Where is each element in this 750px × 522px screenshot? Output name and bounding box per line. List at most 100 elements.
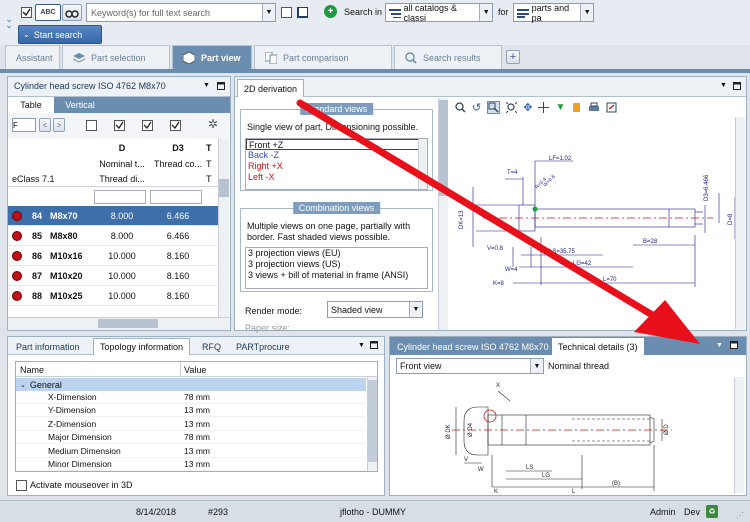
bookmark-icon[interactable] [571, 102, 582, 113]
column-checkbox-d3[interactable] [142, 120, 153, 131]
chevron-down-icon[interactable]: ▼ [262, 4, 275, 21]
property-row[interactable]: X-Dimension 78 mm [16, 391, 366, 404]
column-header-d[interactable]: D [94, 143, 150, 153]
chevron-down-icon[interactable]: ▼ [580, 4, 593, 21]
catalog-select[interactable]: all catalogs & classi ▼ [385, 3, 493, 23]
combination-views-legend: Combination views [292, 202, 381, 214]
maximize-icon[interactable] [217, 82, 225, 90]
column-checkbox-d[interactable] [114, 120, 125, 131]
dim-b: B=28 [643, 239, 658, 245]
table-row[interactable]: 84 M8x70 8.000 6.466 [8, 206, 218, 226]
horizontal-scrollbar[interactable] [8, 317, 230, 330]
tab-part-selection[interactable]: Part selection [62, 45, 170, 69]
table-row[interactable]: 85 M8x80 8.000 6.466 [8, 226, 218, 246]
fit-all-icon[interactable] [538, 101, 550, 113]
gear-icon[interactable]: ✲ [208, 117, 218, 131]
book-icon[interactable] [295, 5, 311, 19]
column-filter-d[interactable] [94, 190, 146, 204]
chevron-down-icon[interactable]: ▼ [720, 82, 727, 89]
list-item-back[interactable]: Back -Z [246, 150, 427, 161]
maximize-icon[interactable] [370, 341, 378, 349]
table-scrollbar[interactable] [218, 139, 229, 317]
search-input[interactable]: Keyword(s) for full text search ▼ [86, 3, 276, 22]
render-mode-select[interactable]: Shaded view ▼ [327, 301, 423, 318]
sketch-scrollbar[interactable] [734, 377, 744, 493]
table-row[interactable]: 87 M10x20 10.000 8.160 [8, 266, 218, 286]
column-filter-d3[interactable] [150, 190, 202, 204]
list-item-left[interactable]: Left -X [246, 172, 427, 183]
tab-partprocure[interactable]: PARTprocure [230, 339, 296, 355]
tab-topology-information[interactable]: Topology information [93, 338, 191, 355]
chevron-down-icon[interactable]: ▼ [716, 342, 723, 349]
property-row[interactable]: Minor Dimension 13 mm [16, 458, 366, 471]
chevron-down-icon[interactable]: ▼ [409, 302, 422, 317]
binoculars-icon[interactable] [62, 4, 82, 21]
chevron-down-icon[interactable]: ▼ [530, 359, 543, 373]
for-select[interactable]: parts and pa ▼ [513, 3, 594, 23]
tab-vertical[interactable]: Vertical [54, 97, 106, 113]
property-row[interactable]: Major Dimension 78 mm [16, 431, 366, 445]
zoom-fit-icon[interactable] [506, 101, 518, 113]
chevron-down-icon[interactable]: ▼ [479, 4, 492, 21]
toolbar-checkbox[interactable] [21, 7, 32, 18]
filter-input[interactable] [12, 118, 36, 132]
print-icon[interactable] [588, 102, 600, 113]
zoom-window-icon[interactable] [487, 100, 501, 114]
property-row[interactable]: Z-Dimension 13 mm [16, 418, 366, 431]
tab-search-results[interactable]: Search results [394, 45, 502, 69]
combination-views-list[interactable]: 3 projection views (EU) 3 projection vie… [245, 247, 428, 289]
list-scrollbar[interactable] [418, 139, 427, 189]
column-header-value[interactable]: Value [184, 365, 206, 375]
list-item-right[interactable]: Right +X [246, 161, 427, 172]
expand-chevrons-icon[interactable]: ⌄ ⌄ [4, 15, 14, 30]
list-item-us[interactable]: 3 projection views (US) [246, 259, 427, 270]
table-row[interactable]: 88 M10x25 10.000 8.160 [8, 286, 218, 306]
property-scrollbar[interactable] [367, 377, 377, 471]
column-checkbox-t[interactable] [170, 120, 181, 131]
tab-assistant[interactable]: Assistant [5, 45, 60, 69]
standard-views-group: Standard views Single view of part, Dime… [240, 103, 433, 191]
tab-part-comparison[interactable]: Part comparison [254, 45, 392, 69]
tab-table[interactable]: Table [8, 97, 54, 113]
resize-grip[interactable]: ⋰ [736, 511, 744, 520]
move-icon[interactable]: ✥ [523, 101, 532, 114]
add-tab-button[interactable]: + [506, 50, 520, 64]
tab-part-view[interactable]: Part view [172, 45, 252, 69]
property-row[interactable]: Y-Dimension 13 mm [16, 404, 366, 418]
mouseover-checkbox[interactable] [16, 480, 27, 491]
start-search-button[interactable]: ⌄ Start search [18, 25, 102, 44]
column-checkbox[interactable] [86, 120, 97, 131]
list-item-front[interactable]: Front +Z [246, 139, 427, 150]
maximize-icon[interactable] [730, 341, 738, 349]
chevron-down-icon[interactable]: ⌄ [20, 381, 26, 389]
scroll-left-button[interactable]: < [39, 118, 51, 132]
rotate-icon[interactable]: ↺ [472, 101, 481, 114]
tab-technical-details[interactable]: Technical details (3) [552, 338, 644, 355]
list-item-ansi[interactable]: 3 views + bill of material in frame (ANS… [246, 270, 427, 281]
tab-part-information[interactable]: Part information [10, 339, 86, 355]
search-option-checkbox[interactable] [281, 7, 292, 18]
view-select[interactable]: Front view ▼ [396, 358, 544, 374]
search-icon [405, 51, 417, 64]
export-icon[interactable] [606, 102, 618, 113]
options-scrollbar[interactable] [438, 98, 448, 330]
drawing-scrollbar[interactable] [735, 117, 745, 329]
zoom-icon[interactable] [455, 101, 466, 113]
column-header-d3[interactable]: D3 [150, 143, 206, 153]
tab-part-name[interactable]: Cylinder head screw ISO 4762 M8x70 [393, 339, 553, 355]
abc-toggle-button[interactable]: ABC [35, 4, 61, 21]
list-item-eu[interactable]: 3 projection views (EU) [246, 248, 427, 259]
tab-rfq[interactable]: RFQ [198, 339, 225, 355]
maximize-icon[interactable] [733, 82, 741, 90]
scroll-right-button[interactable]: > [53, 118, 65, 132]
table-row[interactable]: 86 M10x16 10.000 8.160 [8, 246, 218, 266]
property-row[interactable]: Medium Dimension 13 mm [16, 445, 366, 458]
chevron-down-icon[interactable]: ▼ [203, 82, 210, 89]
column-header-name[interactable]: Name [20, 365, 44, 375]
group-general[interactable]: ⌄ General [16, 378, 366, 391]
standard-views-list[interactable]: Front +Z Back -Z Right +X Left -X [245, 138, 428, 190]
chevron-down-icon[interactable]: ▼ [358, 342, 365, 349]
tab-2d-derivation[interactable]: 2D derivation [237, 79, 305, 97]
column-header-t[interactable]: T [206, 143, 216, 153]
dropdown-arrow-icon[interactable]: ▼ [555, 102, 565, 113]
